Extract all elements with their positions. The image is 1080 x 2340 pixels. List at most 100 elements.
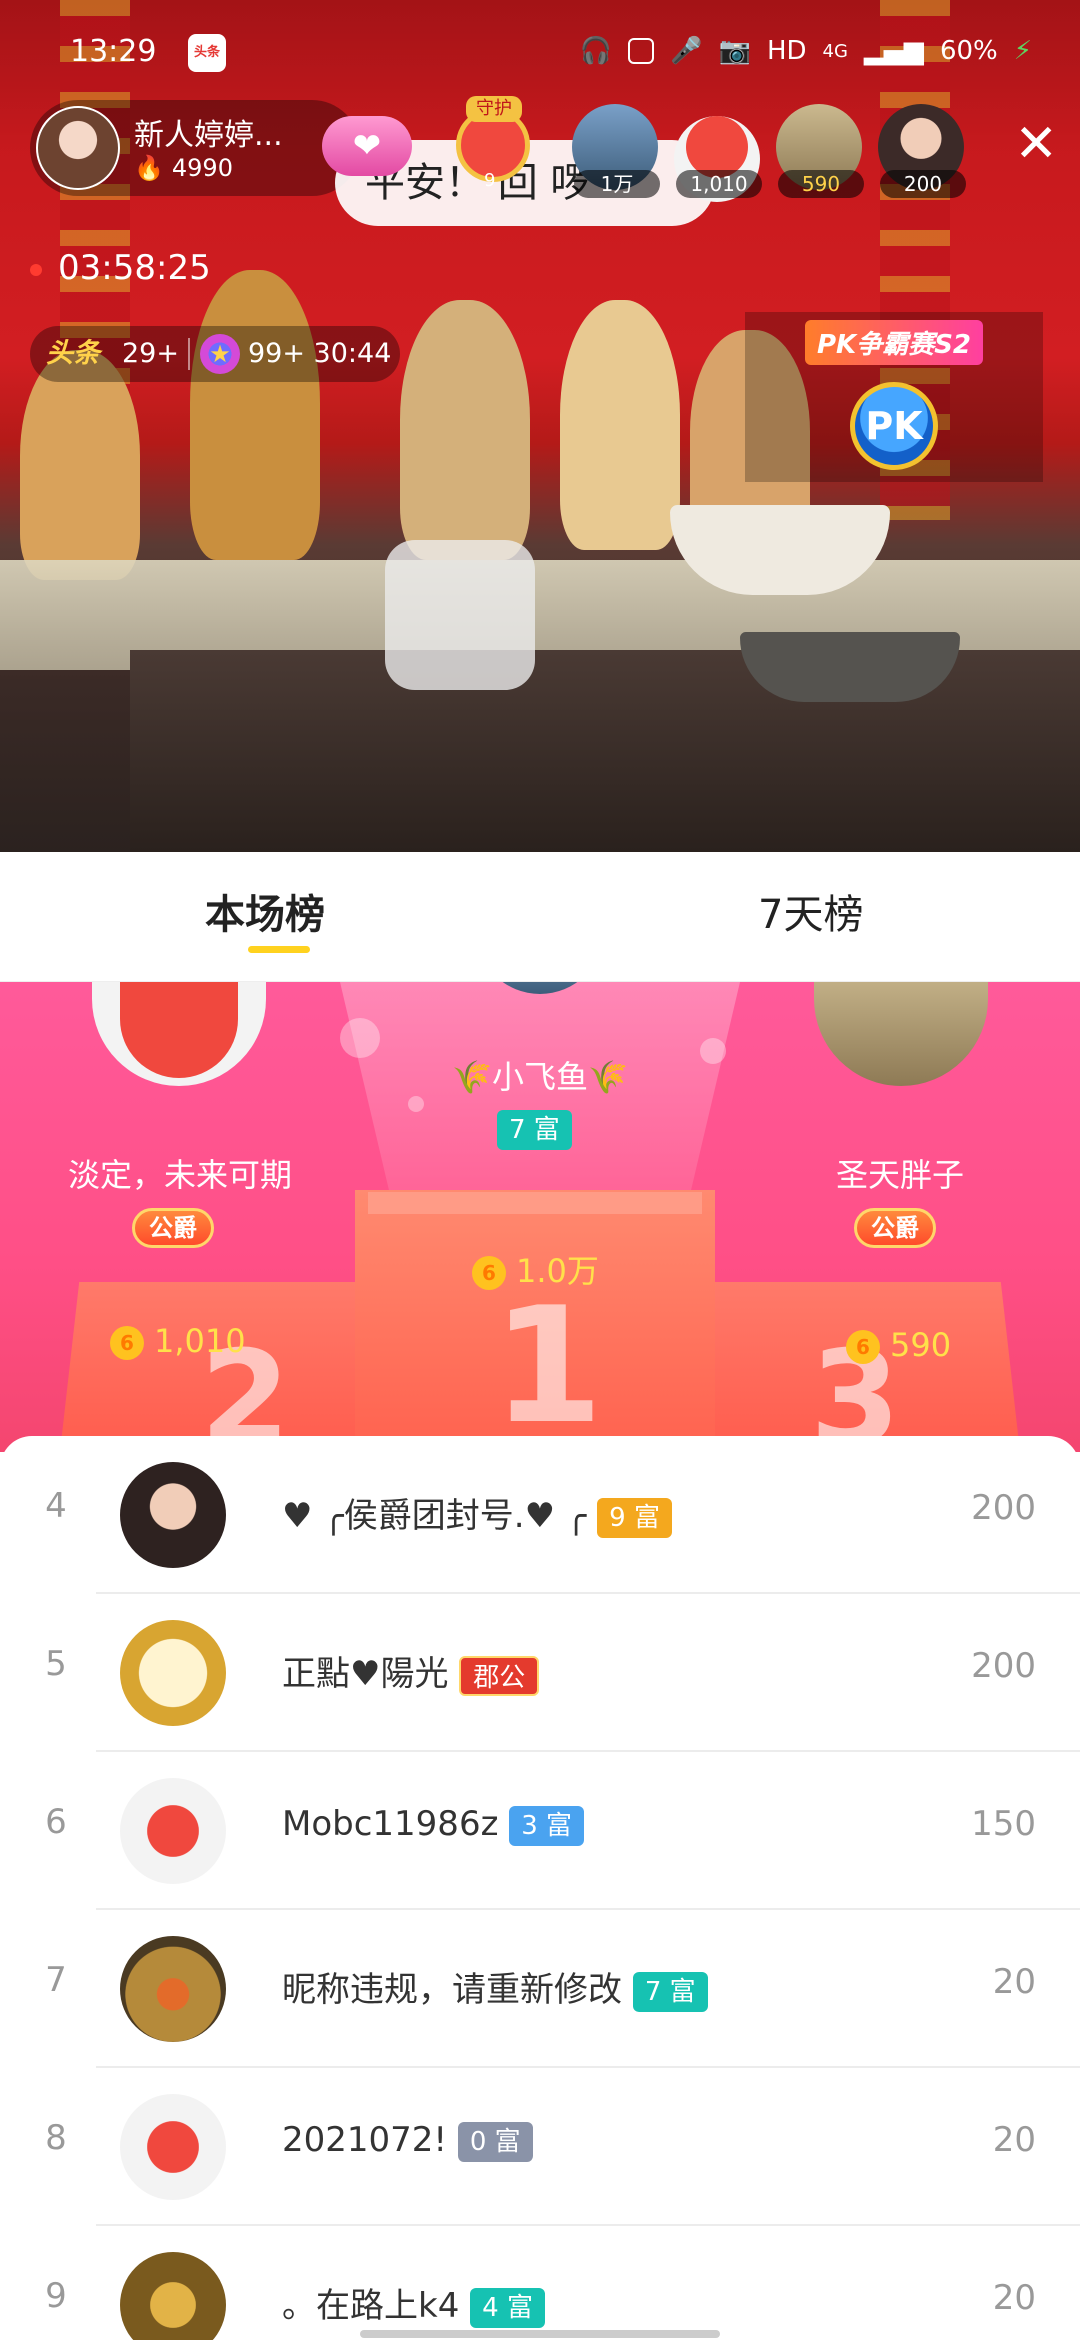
hd-label: HD xyxy=(766,36,807,66)
heat-value: 4990 xyxy=(171,154,233,182)
rich-badge: 0 富 xyxy=(457,2121,533,2162)
user-avatar[interactable] xyxy=(120,2094,226,2200)
user-avatar[interactable] xyxy=(120,1778,226,1884)
close-icon[interactable]: ✕ xyxy=(1014,118,1058,170)
user-score: 150 xyxy=(971,1804,1036,1844)
camera-icon: 📷 xyxy=(718,36,751,66)
coin-icon: 6 xyxy=(110,1326,144,1360)
charging-icon: ⚡ xyxy=(1013,36,1032,66)
statue xyxy=(400,300,530,560)
ranking-row[interactable]: 5 正點♥陽光 郡公 200 xyxy=(0,1594,1080,1752)
ranking-row[interactable]: 8 2021072! 0 富 20 xyxy=(0,2068,1080,2226)
user-avatar[interactable] xyxy=(120,1620,226,1726)
statue xyxy=(190,270,320,560)
tab-current-session[interactable]: 本场榜 xyxy=(205,882,325,940)
user-score: 200 xyxy=(971,1488,1036,1528)
third-place-avatar[interactable] xyxy=(814,982,988,1086)
viewer-avatar[interactable]: 1,010 xyxy=(674,104,764,202)
app-notification-icon: 头条 xyxy=(188,34,226,72)
guard-badge[interactable]: 守护 9 xyxy=(448,96,538,192)
ranking-list[interactable]: 4 ♥ ╭侯爵团封号.♥ ╭ 9 富 200 5 正點♥陽光 郡公 200 6 … xyxy=(0,1436,1080,2340)
rank-number: 9 xyxy=(45,2276,67,2316)
user-score: 20 xyxy=(992,2278,1036,2318)
fire-icon: 🔥 xyxy=(134,154,164,182)
home-indicator[interactable] xyxy=(360,2330,720,2338)
guard-level: 9 xyxy=(484,170,496,191)
rich-badge: 7 富 xyxy=(632,1971,708,2012)
rank-number: 8 xyxy=(45,2118,67,2158)
user-name: 2021072! 0 富 xyxy=(282,2120,533,2162)
anchor-name: 新人婷婷... xyxy=(134,118,283,153)
wheat-icon: 🌾 xyxy=(588,1058,628,1096)
podium: 🌾小飞鱼🌾 7 富 淡定，未来可期 公爵 圣天胖子 公爵 1 2 3 6 1.0万… xyxy=(0,982,1080,1452)
user-avatar[interactable] xyxy=(120,2252,226,2340)
status-bar: 13:29 头条 🎧 🎤 📷 HD 4G ▂▄▆ 60% ⚡ xyxy=(0,28,1080,82)
first-place-block-top xyxy=(368,1192,702,1214)
status-icons: 🎧 🎤 📷 HD 4G ▂▄▆ 60% ⚡ xyxy=(580,36,1032,66)
signal-icon: ▂▄▆ xyxy=(863,36,924,66)
user-avatar[interactable] xyxy=(120,1936,226,2042)
anchor-heat: 🔥 4990 xyxy=(134,154,233,182)
viewer-avatar[interactable]: 200 xyxy=(878,104,968,198)
live-video[interactable]: 13:29 头条 🎧 🎤 📷 HD 4G ▂▄▆ 60% ⚡ 新人婷婷... 🔥… xyxy=(0,0,1080,852)
network-label: 4G xyxy=(822,40,848,62)
rank-number: 5 xyxy=(45,1644,67,1684)
second-place-title-badge: 公爵 xyxy=(132,1208,214,1248)
status-time: 13:29 xyxy=(70,34,157,69)
first-place-number: 1 xyxy=(492,1272,604,1452)
rich-badge: 4 富 xyxy=(470,2287,545,2328)
bokeh xyxy=(700,1038,726,1064)
plastic-bag xyxy=(385,540,535,690)
user-score: 20 xyxy=(992,1962,1036,2002)
bokeh xyxy=(340,1018,380,1058)
second-place-name[interactable]: 淡定，未来可期 xyxy=(40,1150,320,1196)
user-name: ♥ ╭侯爵团封号.♥ ╭ 9 富 xyxy=(282,1488,672,1538)
second-place-coins: 6 1,010 xyxy=(110,1322,246,1360)
live-timer: 03:58:25 xyxy=(30,248,211,288)
statue xyxy=(560,300,680,550)
rich-badge: 9 富 xyxy=(597,1497,672,1538)
headphones-icon: 🎧 xyxy=(579,36,613,66)
viewer-avatar[interactable]: 1万 xyxy=(572,104,662,198)
mic-icon: 🎤 xyxy=(670,36,703,66)
star-icon: ★ xyxy=(200,334,240,374)
second-place-avatar[interactable] xyxy=(92,982,266,1086)
top-viewers: 1万 1,010 590 200 xyxy=(572,104,968,202)
third-place-coins: 6 590 xyxy=(846,1326,951,1364)
ranking-row[interactable]: 7 昵称违规，请重新修改 7 富 20 xyxy=(0,1910,1080,2068)
pk-panel[interactable]: PK争霸赛S2 PK xyxy=(745,312,1043,482)
third-place-title-badge: 公爵 xyxy=(854,1208,936,1248)
pk-button[interactable]: PK xyxy=(850,382,938,470)
live-dot xyxy=(30,263,42,276)
pk-title: PK争霸赛S2 xyxy=(805,320,984,365)
ranking-row[interactable]: 6 Mobc11986z 3 富 150 xyxy=(0,1752,1080,1910)
ranking-row[interactable]: 4 ♥ ╭侯爵团封号.♥ ╭ 9 富 200 xyxy=(0,1436,1080,1594)
user-name: 昵称违规，请重新修改 7 富 xyxy=(282,1962,708,2012)
first-place-rich-badge: 7 富 xyxy=(497,1110,572,1150)
follow-heart-button[interactable]: ❤ xyxy=(322,116,412,176)
ranking-row[interactable]: 9 。在路上k4 4 富 20 xyxy=(0,2226,1080,2340)
statue xyxy=(20,350,140,580)
user-avatar[interactable] xyxy=(120,1462,226,1568)
battery-level: 60% xyxy=(939,36,998,66)
first-place-name[interactable]: 🌾小飞鱼🌾 xyxy=(446,1052,634,1098)
headline-icon: 头条 xyxy=(46,338,100,369)
coin-icon: 6 xyxy=(472,1256,506,1290)
viewer-avatar[interactable]: 590 xyxy=(776,104,866,198)
wheat-icon: 🌾 xyxy=(452,1058,492,1096)
user-name: 。在路上k4 4 富 xyxy=(282,2278,545,2328)
user-name: Mobc11986z 3 富 xyxy=(282,1804,585,1846)
guard-label: 守护 xyxy=(466,96,522,122)
viewer-value: 1万 xyxy=(574,170,660,198)
rank-number: 4 xyxy=(45,1486,67,1526)
timer-value: 03:58:25 xyxy=(58,248,211,288)
coin-icon: 6 xyxy=(846,1330,880,1364)
third-place-name[interactable]: 圣天胖子 xyxy=(790,1150,1010,1196)
anchor-avatar[interactable] xyxy=(36,106,120,190)
anchor-info[interactable]: 新人婷婷... 🔥 4990 xyxy=(30,100,360,196)
badges-pill[interactable]: 头条 29+ ★ 99+ 30:44 xyxy=(30,326,400,382)
title-badge: 郡公 xyxy=(459,1655,540,1696)
viewer-value: 1,010 xyxy=(676,170,762,198)
tab-seven-days[interactable]: 7天榜 xyxy=(758,882,863,940)
ranking-tabs: 本场榜 7天榜 xyxy=(0,852,1080,982)
